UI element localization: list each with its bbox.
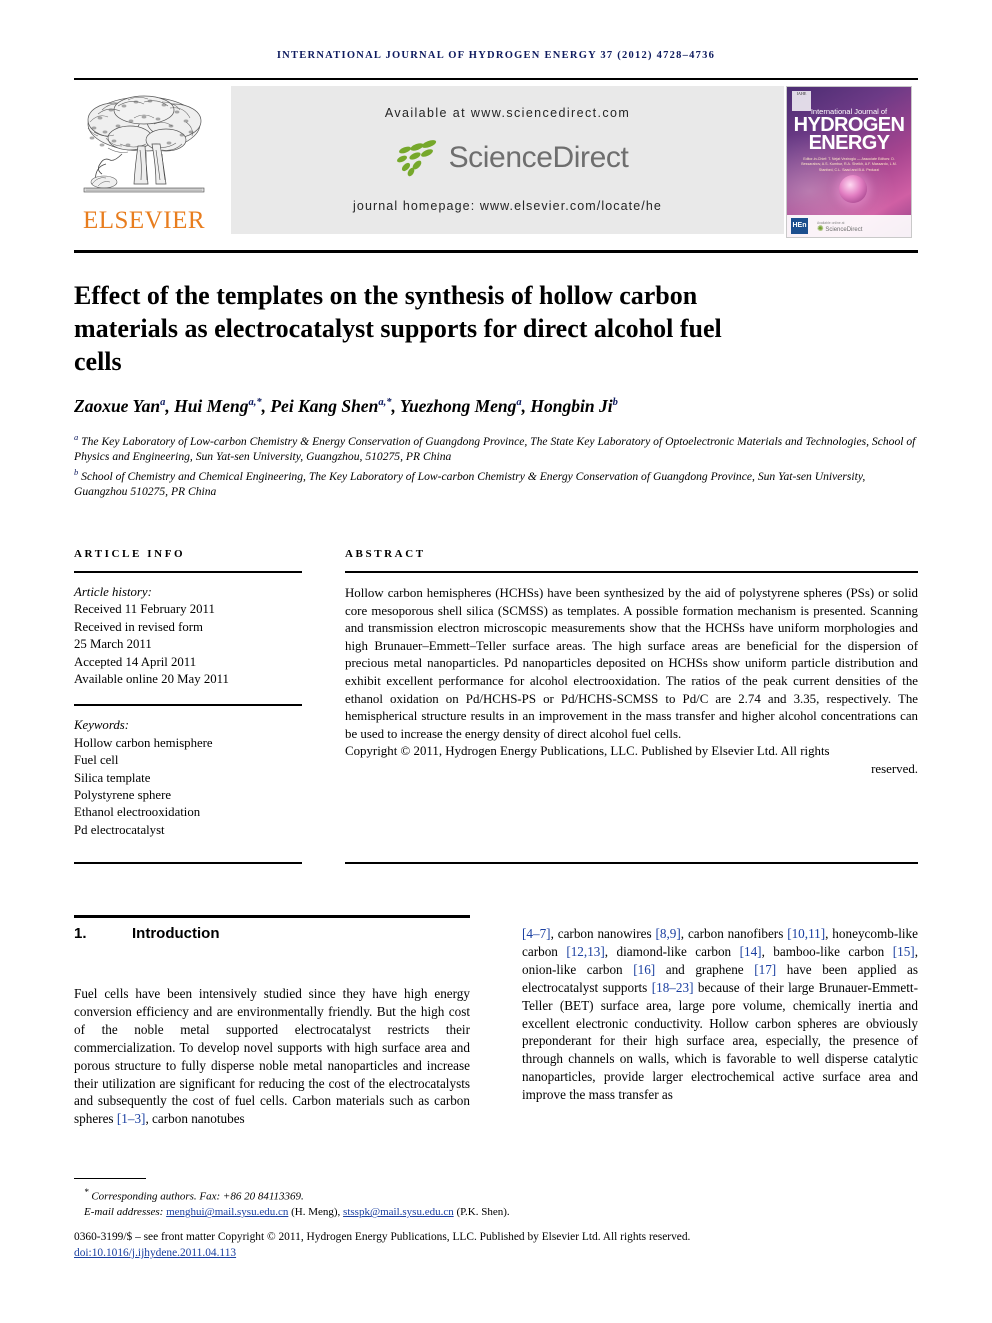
history-item: 25 March 2011: [74, 637, 152, 652]
intro-text: , bamboo-like carbon: [761, 943, 893, 959]
keyword-item: Hollow carbon hemisphere: [74, 735, 213, 750]
keywords-block: Keywords: Hollow carbon hemisphere Fuel …: [74, 706, 302, 839]
introduction-rule: [74, 915, 470, 918]
corresponding-author-text: Corresponding authors. Fax: +86 20 84113…: [91, 1190, 304, 1203]
intro-text: and graphene: [655, 961, 755, 977]
affiliation-b-text: School of Chemistry and Chemical Enginee…: [74, 469, 866, 499]
history-item: Received 11 February 2011: [74, 602, 215, 617]
email-owner-shen: (P.K. Shen).: [456, 1206, 510, 1219]
sciencedirect-leaf-icon: [396, 140, 436, 177]
keyword-item: Pd electrocatalyst: [74, 822, 165, 837]
masthead-bottom-rule: [74, 250, 918, 253]
page-title: Effect of the templates on the synthesis…: [74, 281, 722, 377]
intro-paragraph-left-tail: , carbon nanotubes: [145, 1111, 245, 1127]
keyword-item: Fuel cell: [74, 753, 119, 768]
article-history: Article history: Received 11 February 20…: [74, 573, 302, 688]
keywords-label: Keywords:: [74, 718, 129, 733]
asterisk-marker: *: [84, 1187, 89, 1197]
sciencedirect-banner: Available at www.sciencedirect.com Scien…: [231, 86, 784, 234]
footnote-block: * Corresponding authors. Fax: +86 20 841…: [74, 1185, 918, 1221]
history-item: Available online 20 May 2011: [74, 672, 229, 687]
intro-text: because of their large Brunauer-Emmett-T…: [522, 979, 918, 1103]
intro-text: , carbon nanofibers: [680, 926, 788, 941]
email-label: E-mail addresses:: [84, 1206, 164, 1219]
cover-ring-graphic: [839, 175, 867, 203]
elsevier-tree-icon: [83, 95, 205, 193]
intro-text: , diamond-like carbon: [604, 943, 740, 959]
elsevier-wordmark: ELSEVIER: [82, 207, 206, 234]
top-rule: [74, 78, 918, 80]
journal-homepage-text: journal homepage: www.elsevier.com/locat…: [353, 199, 662, 213]
citation-10-11[interactable]: [10,11]: [787, 926, 825, 941]
available-at-text: Available at www.sciencedirect.com: [384, 106, 631, 120]
footer-copyright-block: 0360-3199/$ – see front matter Copyright…: [74, 1229, 918, 1261]
running-head: International Journal of Hydrogen Energy…: [276, 50, 716, 61]
abstract-bottom-rule: [345, 862, 918, 864]
hen-badge-icon: HEn: [791, 218, 808, 234]
citation-12-13[interactable]: [12,13]: [566, 944, 604, 959]
affiliation-a: a The Key Laboratory of Low-carbon Chemi…: [74, 432, 916, 464]
citation-17[interactable]: [17]: [754, 962, 776, 977]
history-item: Accepted 14 April 2011: [74, 654, 197, 669]
abstract-heading: ABSTRACT: [345, 548, 426, 560]
article-history-label: Article history:: [74, 585, 152, 599]
section-number: 1.: [74, 925, 87, 942]
keyword-item: Polystyrene sphere: [74, 788, 172, 803]
journal-cover-thumbnail: IAHE International Journal of HYDROGEN E…: [786, 86, 912, 238]
affiliations: a The Key Laboratory of Low-carbon Chemi…: [74, 430, 918, 500]
article-info-column: ARTICLE INFO Article history: Received 1…: [74, 548, 302, 839]
author-list: Zaoxue Yana, Hui Menga,*, Pei Kang Shena…: [74, 396, 618, 416]
history-item: Received in revised form: [74, 619, 203, 634]
elsevier-logo: ELSEVIER: [74, 86, 214, 238]
cover-line-energy: ENERGY: [808, 132, 890, 154]
keyword-item: Ethanol electrooxidation: [74, 805, 201, 820]
article-info-heading: ARTICLE INFO: [74, 548, 186, 560]
intro-text: , carbon nanowires: [550, 926, 656, 941]
citation-1-3[interactable]: [1–3]: [117, 1111, 146, 1126]
doi-link[interactable]: doi:10.1016/j.ijhydene.2011.04.113: [74, 1245, 918, 1261]
abstract-copyright-tail: reserved.: [871, 761, 918, 776]
body-column-right: [4–7], carbon nanowires [8,9], carbon na…: [522, 925, 918, 1104]
intro-paragraph-left: Fuel cells have been intensively studied…: [74, 986, 470, 1127]
cover-editors: Editor-in-Chief: T. Nejat Veziroglu — As…: [801, 157, 897, 172]
keyword-item: Silica template: [74, 770, 151, 785]
citation-8-9[interactable]: [8,9]: [656, 926, 681, 941]
email-link-meng[interactable]: menghui@mail.sysu.edu.cn: [166, 1206, 288, 1218]
masthead: ELSEVIER Available at www.sciencedirect.…: [74, 86, 918, 238]
abstract-column: ABSTRACT Hollow carbon hemispheres (HCHS…: [345, 548, 918, 779]
citation-15[interactable]: [15]: [893, 944, 915, 959]
affiliation-b: b School of Chemistry and Chemical Engin…: [74, 466, 866, 499]
cover-sd-word: ScienceDirect: [825, 227, 863, 233]
abstract-body: Hollow carbon hemispheres (HCHSs) have b…: [345, 586, 918, 741]
sciencedirect-logo: ScienceDirect: [231, 138, 784, 188]
paper-page: International Journal of Hydrogen Energy…: [0, 0, 992, 1323]
citation-4-7[interactable]: [4–7]: [522, 926, 551, 941]
citation-14[interactable]: [14]: [740, 944, 762, 959]
corresponding-author-note: * Corresponding authors. Fax: +86 20 841…: [74, 1185, 918, 1205]
email-line: E-mail addresses: menghui@mail.sysu.edu.…: [74, 1205, 918, 1221]
citation-16[interactable]: [16]: [633, 962, 655, 977]
issn-copyright-line: 0360-3199/$ – see front matter Copyright…: [74, 1231, 691, 1243]
abstract-copyright-lead: Copyright © 2011, Hydrogen Energy Public…: [345, 744, 830, 759]
affiliation-a-text: The Key Laboratory of Low-carbon Chemist…: [74, 434, 916, 464]
abstract-copyright: Copyright © 2011, Hydrogen Energy Public…: [345, 743, 918, 778]
sciencedirect-wordmark: ScienceDirect: [448, 141, 629, 174]
info-bottom-rule: [74, 862, 302, 864]
footnote-rule: [74, 1178, 146, 1179]
introduction-heading: 1. Introduction: [74, 925, 470, 942]
body-column-left: Fuel cells have been intensively studied…: [74, 985, 470, 1128]
email-owner-meng: (H. Meng),: [291, 1206, 341, 1219]
cover-sd-name: ✺ ScienceDirect: [817, 224, 863, 233]
citation-18-23[interactable]: [18–23]: [652, 980, 694, 995]
email-link-shen[interactable]: stsspk@mail.sysu.edu.cn: [343, 1206, 454, 1218]
section-title: Introduction: [132, 925, 220, 942]
